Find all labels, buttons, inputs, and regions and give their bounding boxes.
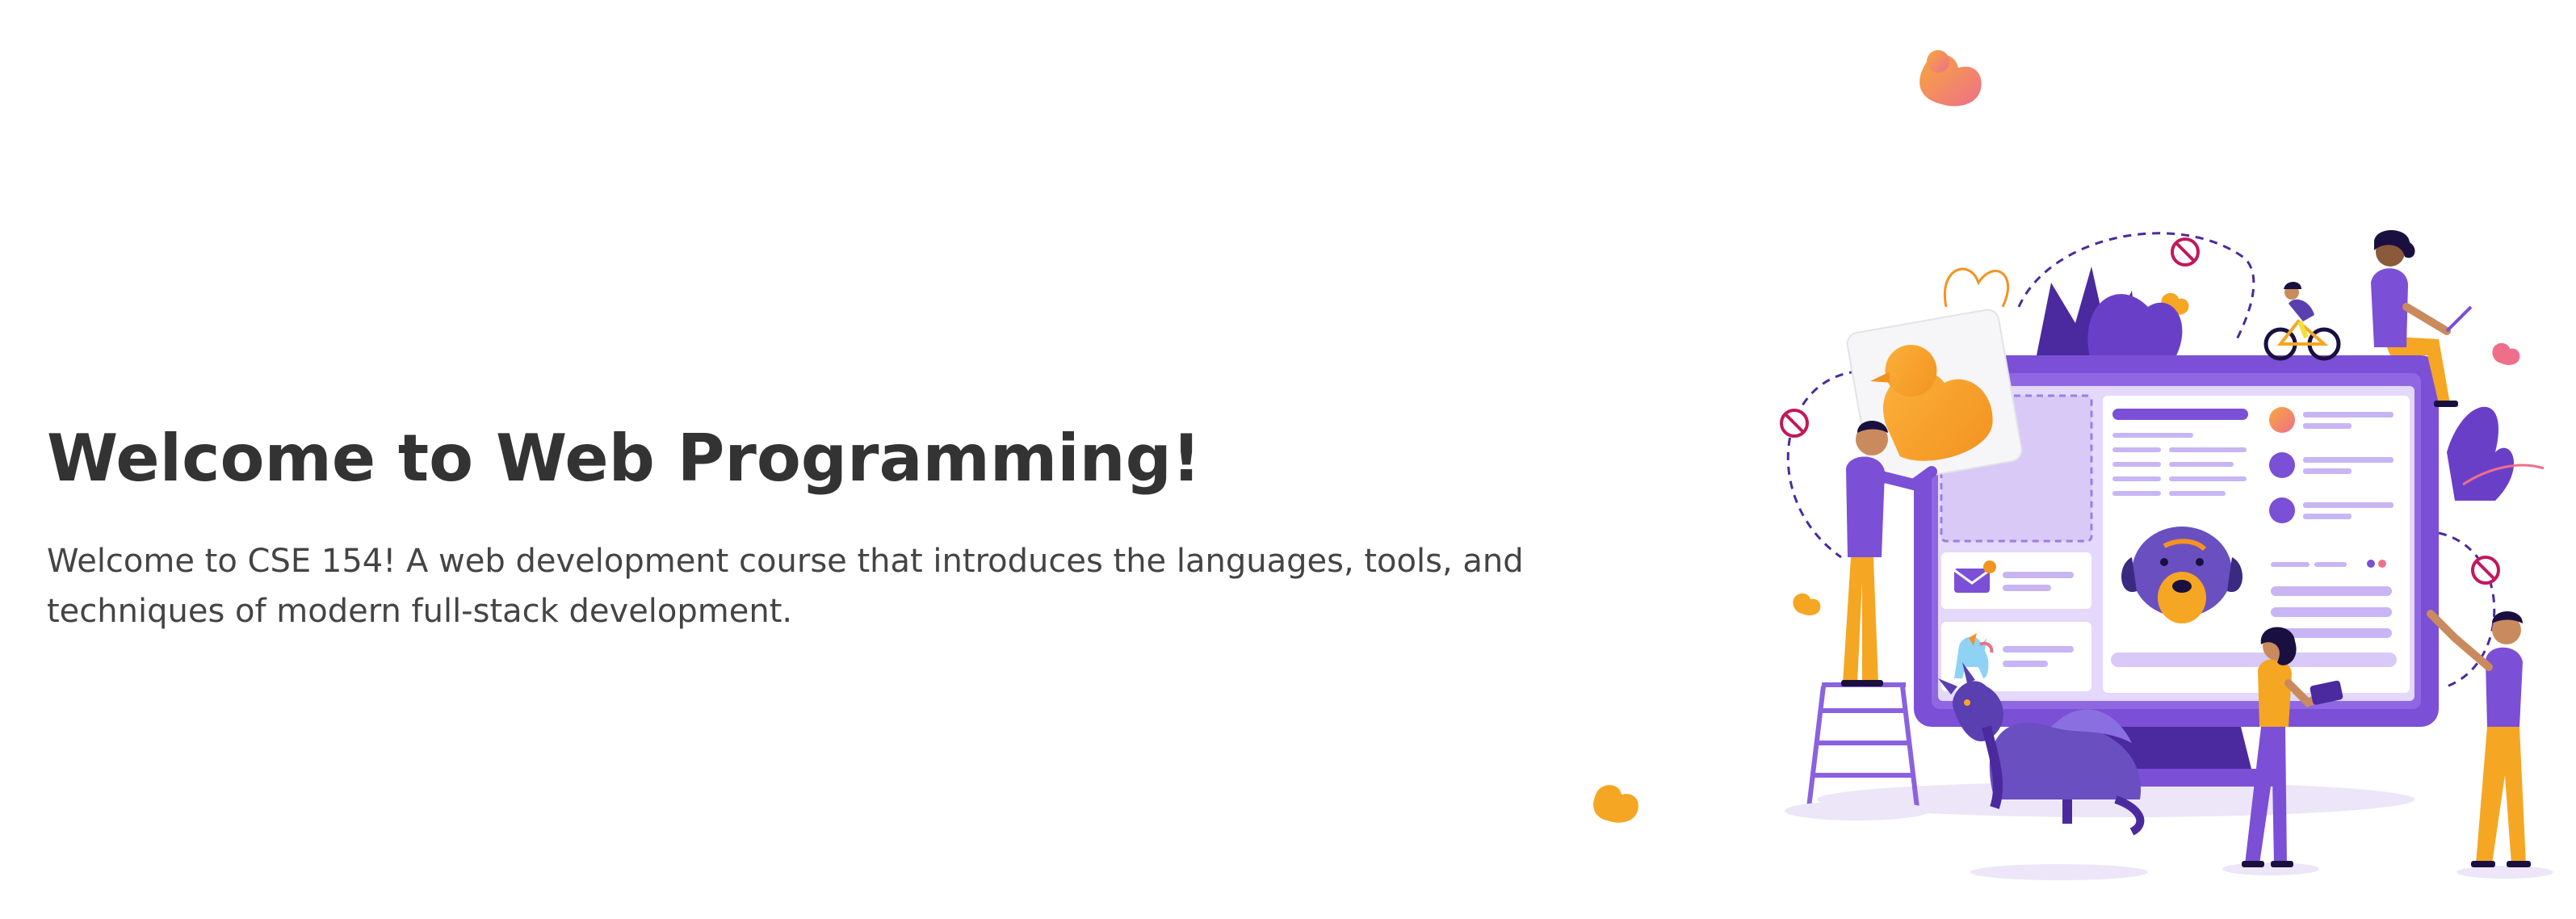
cyclist-icon [2263,282,2341,361]
no-bugs-icon [2171,237,2200,266]
no-bugs-icon [1780,409,1809,438]
duck-icon [2492,342,2520,365]
no-bugs-icon [2471,556,2500,585]
web-development-team-illustration [1593,50,2553,880]
duck-icon [1593,785,1638,823]
duck-icon [1919,50,1982,107]
home-page: Welcome to Web Programming! Welcome to C… [0,0,2576,919]
person-pointing [2427,610,2553,879]
duck-icon [1793,593,1821,615]
